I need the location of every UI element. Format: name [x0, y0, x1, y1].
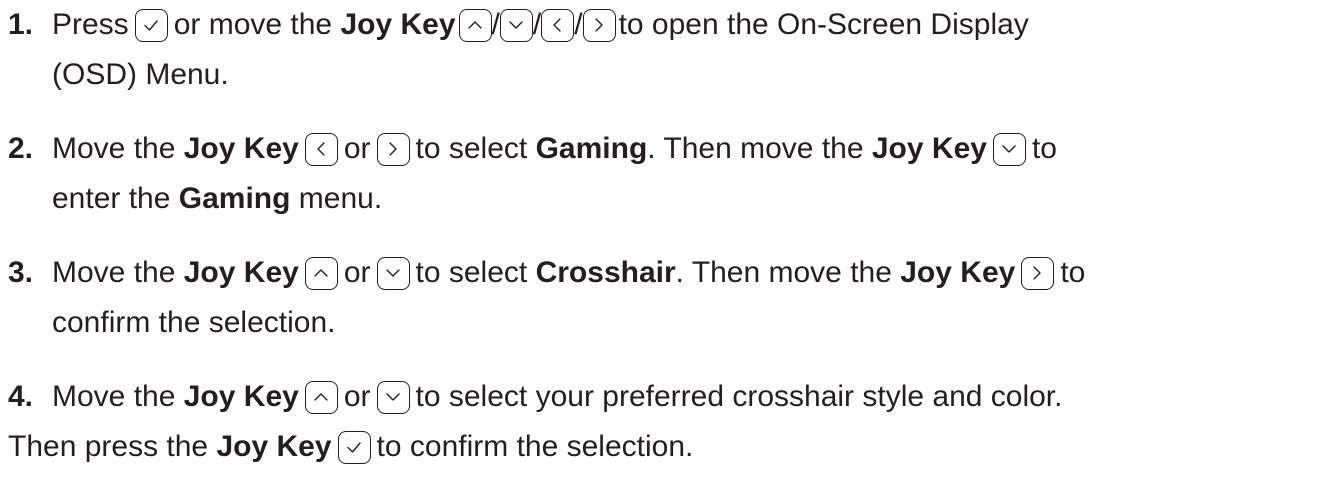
step-2-line-2: enter the Gaming menu. [8, 174, 1338, 224]
up-arrow-key-icon [304, 257, 338, 290]
joy-key-label: Joy Key [183, 132, 299, 165]
step-text: Move the [52, 132, 176, 165]
step-2: 2. Move the Joy Key or to select Gaming. Th… [8, 124, 1338, 224]
step-text: to open the On-Screen Display [618, 8, 1029, 41]
step-text: to [1060, 256, 1086, 289]
menu-name: Gaming [178, 182, 291, 215]
joy-key-label: Joy Key [183, 256, 299, 289]
step-text: Move the [52, 256, 176, 289]
step-text: . Then move the [675, 256, 892, 289]
step-text: enter the [52, 182, 171, 215]
down-arrow-key-icon [376, 257, 410, 290]
step-text: or [343, 132, 371, 165]
right-arrow-key-icon [582, 9, 616, 42]
step-number: 2. [8, 132, 34, 165]
left-arrow-key-icon [304, 133, 338, 166]
step-number: 1. [8, 8, 34, 41]
step-number: 4. [8, 380, 34, 413]
right-arrow-key-icon [376, 133, 410, 166]
down-arrow-key-icon [376, 381, 410, 414]
menu-option-name: Crosshair [535, 256, 676, 289]
step-text: to select [415, 132, 528, 165]
step-text: to select [415, 256, 528, 289]
checkmark-key-icon [134, 9, 168, 42]
separator: / [532, 8, 542, 41]
up-arrow-key-icon [304, 381, 338, 414]
step-3-line-2: confirm the selection. [52, 306, 336, 339]
step-3-line-1: 3. Move the Joy Key or to select Crosshair.… [8, 248, 1338, 298]
checkmark-key-icon [337, 431, 371, 464]
step-number: 3. [8, 256, 34, 289]
separator: / [491, 8, 500, 41]
down-arrow-key-icon [499, 9, 533, 42]
step-4: 4. Move the Joy Key or to select your prefe… [8, 372, 1338, 472]
left-arrow-key-icon [541, 9, 575, 42]
step-1-line-1: 1. Press or move the Joy Key / / / to open the… [8, 0, 1338, 50]
step-text: . Then move the [647, 132, 864, 165]
step-1-line-2: (OSD) Menu. [52, 58, 229, 91]
step-2-line-1: 2. Move the Joy Key or to select Gaming. Th… [8, 124, 1338, 174]
step-text: or [343, 380, 371, 413]
joy-key-label: Joy Key [871, 132, 987, 165]
step-4-line-2: Then press the Joy Key to confirm the sel… [8, 422, 1338, 472]
step-text: to confirm the selection. [376, 430, 694, 463]
step-text: to select your preferred crosshair style… [415, 380, 1063, 413]
step-4-line-1: 4. Move the Joy Key or to select your prefe… [8, 372, 1338, 422]
step-text: Then press the [8, 430, 209, 463]
right-arrow-key-icon [1021, 257, 1055, 290]
step-text: menu. [298, 182, 383, 215]
joy-key-label: Joy Key [183, 380, 299, 413]
down-arrow-key-icon [992, 133, 1026, 166]
step-3: 3. Move the Joy Key or to select Crosshair.… [8, 248, 1338, 348]
step-1: 1. Press or move the Joy Key / / / to open the… [8, 0, 1338, 100]
step-text: Press [52, 8, 129, 41]
joy-key-directions: / / / [456, 8, 619, 42]
up-arrow-key-icon [458, 9, 492, 42]
separator: / [574, 8, 583, 41]
joy-key-label: Joy Key [340, 8, 456, 41]
joy-key-label: Joy Key [900, 256, 1016, 289]
step-text: or move the [173, 8, 333, 41]
joy-key-label: Joy Key [216, 430, 332, 463]
step-text: Move the [52, 380, 176, 413]
menu-name: Gaming [535, 132, 648, 165]
step-text: to [1031, 132, 1057, 165]
step-text: or [343, 256, 371, 289]
